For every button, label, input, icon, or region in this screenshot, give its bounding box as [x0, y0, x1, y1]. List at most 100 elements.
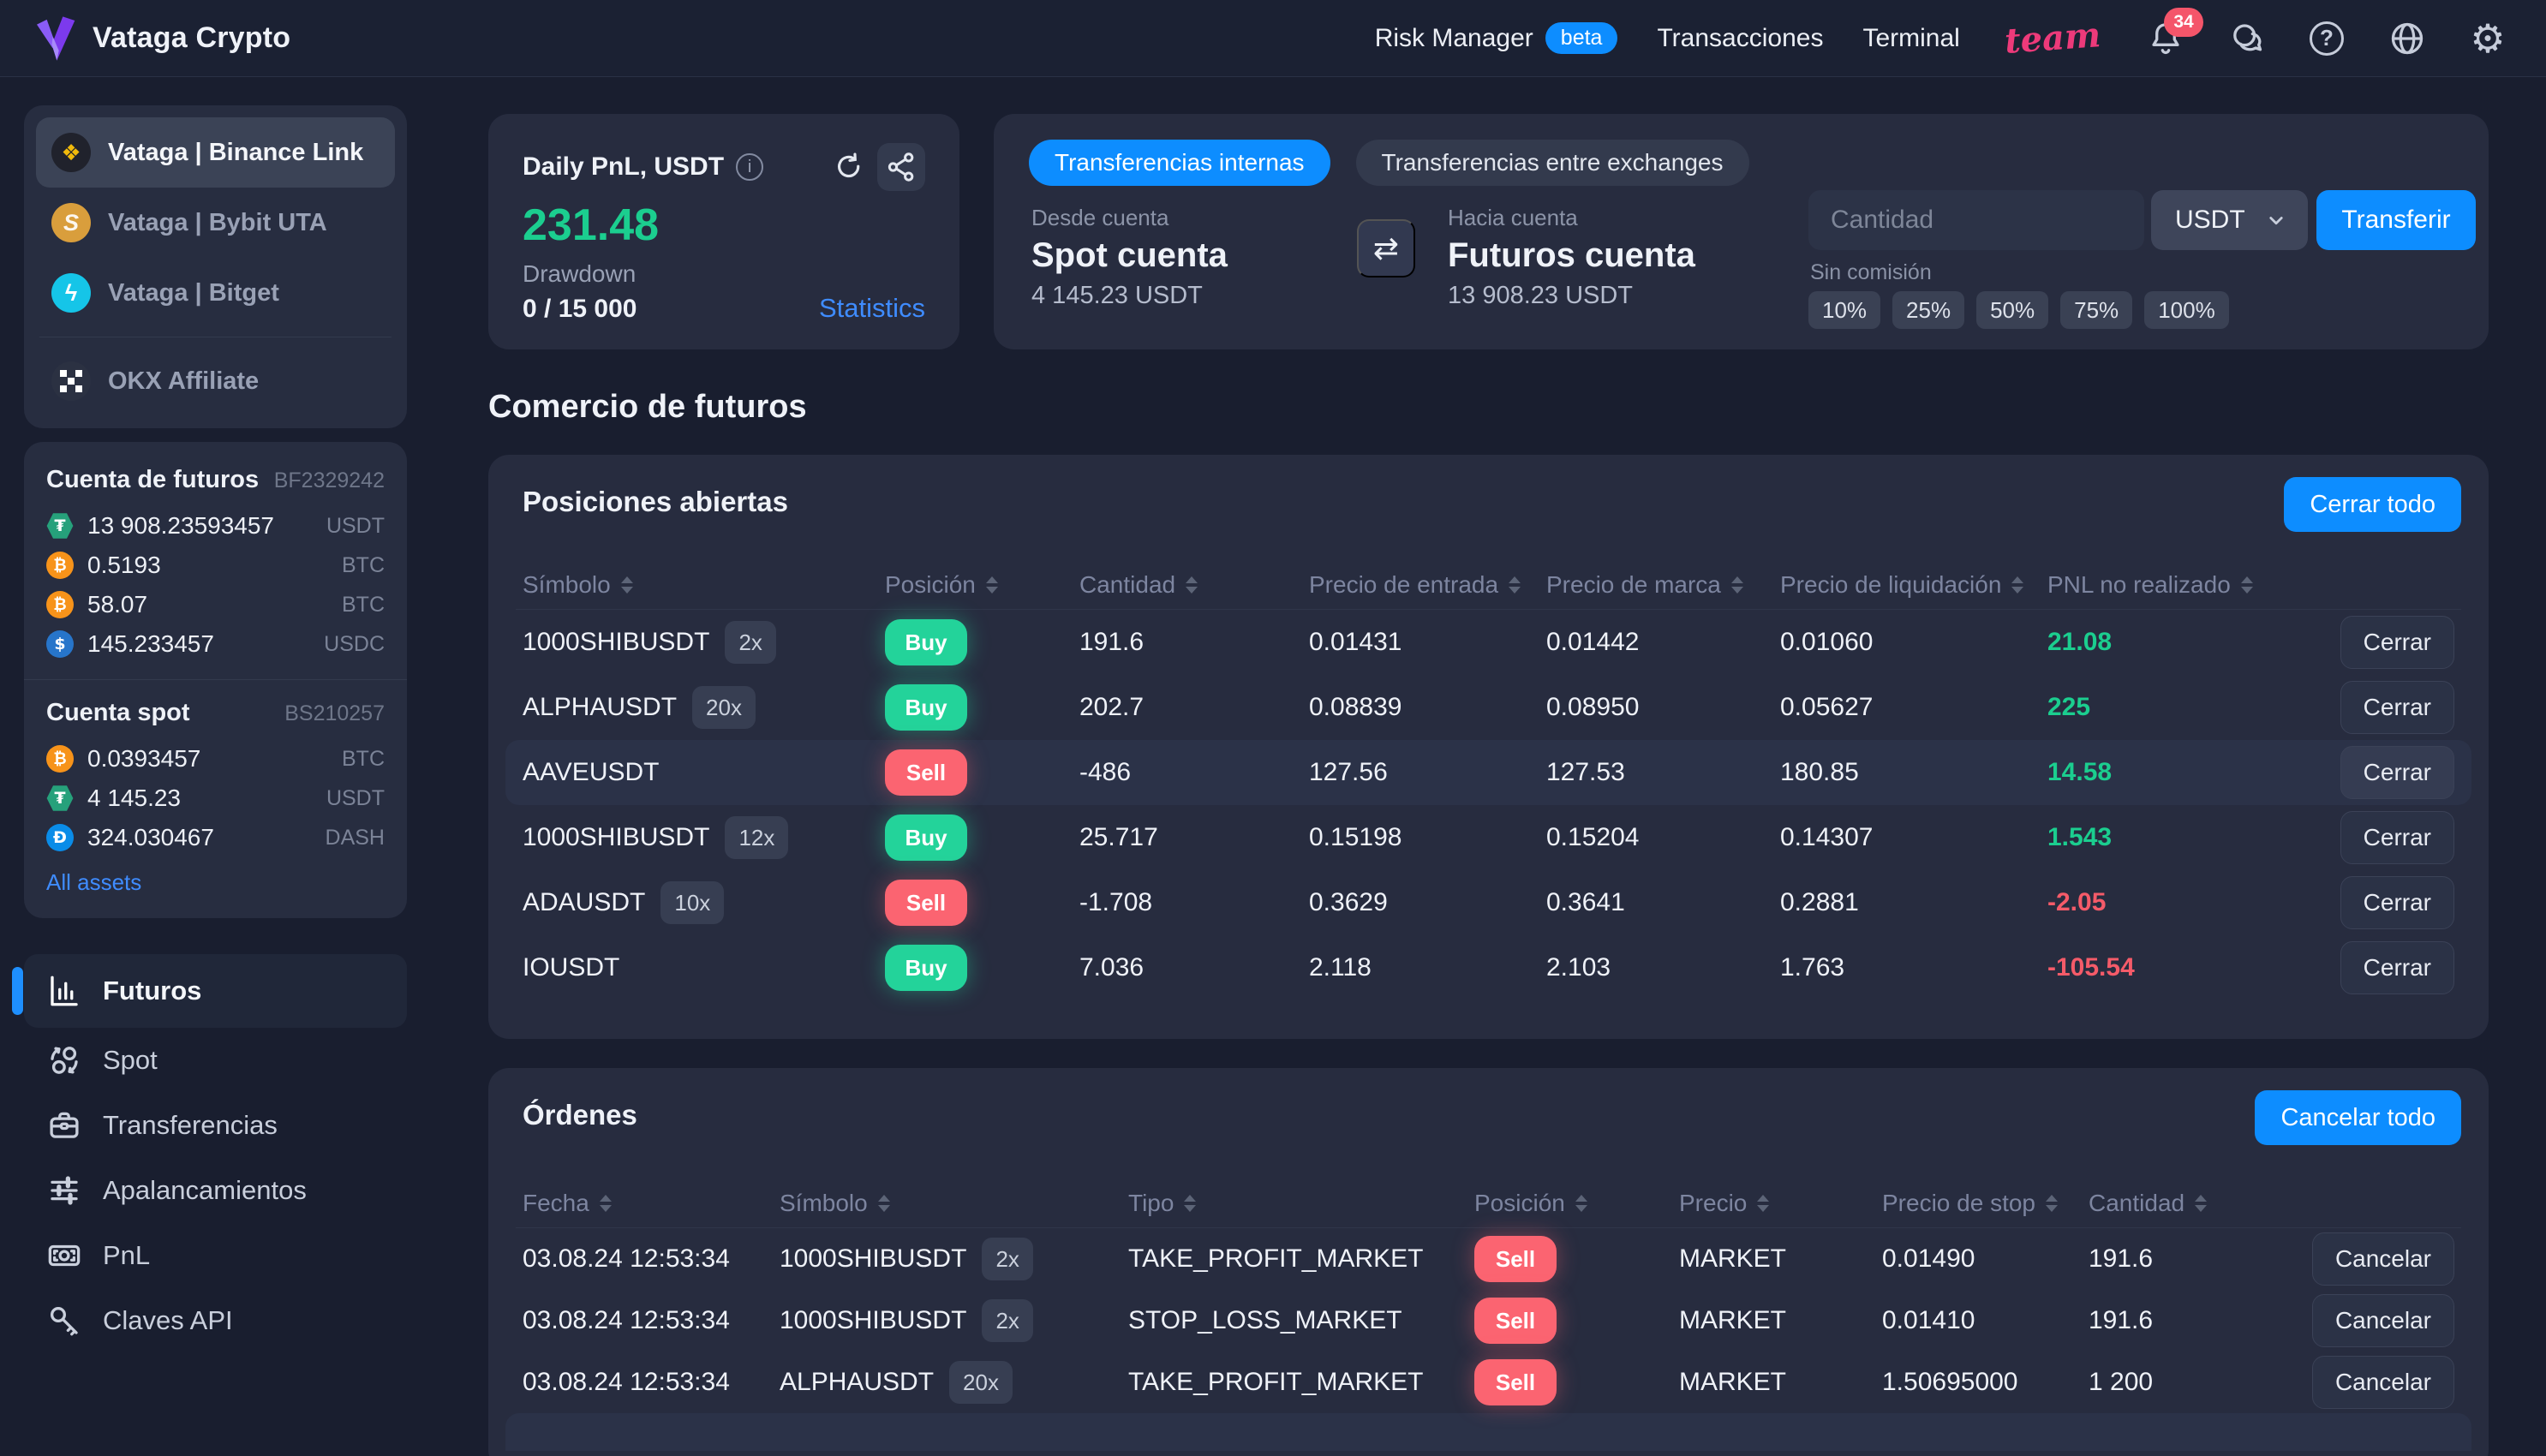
okx-affiliate-item[interactable]: OKX Affiliate	[36, 346, 395, 416]
nav-risk-manager[interactable]: Risk Manager beta	[1375, 22, 1618, 54]
all-assets-link[interactable]: All assets	[46, 869, 141, 896]
cancel-order-button[interactable]: Cancelar	[2311, 1294, 2454, 1347]
sidebar-item-futuros[interactable]: Futuros	[12, 954, 407, 1028]
mark-price-cell: 0.08950	[1546, 693, 1640, 721]
from-account-block[interactable]: Desde cuenta Spot cuenta 4 145.23 USDT	[1031, 205, 1228, 310]
column-header-pnl[interactable]: PNL no realizado	[2047, 571, 2304, 599]
sidebar-item-pnl[interactable]: PnL	[24, 1223, 407, 1288]
type-cell: TAKE_PROFIT_MARKET	[1128, 1368, 1424, 1396]
symbol-text: 1000SHIBUSDT	[780, 1244, 967, 1273]
asset-unit: USDC	[324, 631, 385, 656]
beta-badge: beta	[1545, 22, 1618, 54]
to-account-block[interactable]: Hacia cuenta Futuros cuenta 13 908.23 US…	[1448, 205, 1695, 310]
sort-icon	[1575, 1195, 1587, 1212]
amount-input[interactable]	[1808, 190, 2144, 250]
column-header-posicion[interactable]: Posición	[885, 571, 1079, 599]
liquidation-price-cell: 0.01060	[1780, 628, 1874, 656]
action-cell: Cancelar	[2298, 1294, 2454, 1347]
column-header-precio-liquidacion[interactable]: Precio de liquidación	[1780, 571, 2047, 599]
spot-account-title: Cuenta spot	[46, 699, 190, 726]
account-bitget[interactable]: ϟ Vataga | Bitget	[36, 258, 395, 328]
pnl-cell: -2.05	[2047, 888, 2107, 916]
tab-internal-transfers[interactable]: Transferencias internas	[1029, 140, 1330, 186]
position-row: IOUSDT Buy 7.036 2.118 2.103 1.763 -105.…	[505, 935, 2471, 1000]
asset-row: ₮ 13 908.23593457 USDT	[46, 506, 385, 546]
help-button[interactable]: ?	[2306, 18, 2347, 59]
order-row: 03.08.24 12:53:34 ALPHAUSDT 20x TAKE_PRO…	[505, 1352, 2471, 1413]
column-header-fecha[interactable]: Fecha	[523, 1190, 780, 1217]
quantity-cell: 191.6	[1079, 628, 1145, 656]
sidebar-item-claves-api[interactable]: Claves API	[24, 1288, 407, 1353]
column-header-posicion[interactable]: Posición	[1474, 1190, 1679, 1217]
asset-row: ₮ 4 145.23 USDT	[46, 779, 385, 818]
sidebar-item-spot[interactable]: Spot	[24, 1028, 407, 1093]
language-button[interactable]	[2387, 18, 2428, 59]
sidebar-item-apalancamientos[interactable]: Apalancamientos	[24, 1158, 407, 1223]
sort-icon	[985, 576, 998, 594]
side-badge: Sell	[885, 880, 967, 926]
chat-button[interactable]	[2226, 18, 2267, 59]
futures-account-header: Cuenta de futuros BF2329242	[46, 466, 385, 494]
currency-select[interactable]: USDT	[2151, 190, 2308, 250]
globe-icon	[2391, 22, 2423, 54]
liquidation-price-cell: 180.85	[1780, 758, 1859, 786]
tab-exchange-transfers[interactable]: Transferencias entre exchanges	[1355, 140, 1749, 186]
settings-button[interactable]: ⚙	[2467, 18, 2508, 59]
percent-chip-50[interactable]: 50%	[1976, 291, 2049, 329]
brand[interactable]: Vataga Crypto	[33, 15, 290, 63]
swap-accounts-button[interactable]: ⇄	[1357, 219, 1415, 277]
orders-card: Órdenes Cancelar todo Fecha Símbolo Tipo…	[488, 1068, 2489, 1456]
close-all-button[interactable]: Cerrar todo	[2284, 477, 2461, 532]
cancel-all-button[interactable]: Cancelar todo	[2255, 1090, 2461, 1145]
close-position-button[interactable]: Cerrar	[2340, 941, 2454, 994]
entry-price-cell: 0.3629	[1309, 888, 1388, 916]
cancel-order-button[interactable]: Cancelar	[2311, 1356, 2454, 1409]
close-position-button[interactable]: Cerrar	[2340, 811, 2454, 864]
account-binance[interactable]: ❖ Vataga | Binance Link	[36, 117, 395, 188]
info-icon[interactable]: i	[736, 153, 764, 181]
percent-chip-100[interactable]: 100%	[2144, 291, 2229, 329]
statistics-link[interactable]: Statistics	[819, 293, 925, 324]
pnl-bottom: Drawdown 0 / 15 000 Statistics	[523, 260, 925, 324]
close-position-button[interactable]: Cerrar	[2340, 616, 2454, 669]
column-header-precio-stop[interactable]: Precio de stop	[1882, 1190, 2089, 1217]
quantity-cell: 25.717	[1079, 823, 1158, 851]
liquidation-price-cell: 0.05627	[1780, 693, 1874, 721]
account-bybit[interactable]: S Vataga | Bybit UTA	[36, 188, 395, 258]
column-header-cantidad[interactable]: Cantidad	[2089, 1190, 2298, 1217]
column-header-precio-marca[interactable]: Precio de marca	[1546, 571, 1780, 599]
position-cell: Sell	[885, 880, 1079, 926]
percent-chip-10[interactable]: 10%	[1808, 291, 1881, 329]
quantity-cell: 202.7	[1079, 693, 1145, 721]
column-header-simbolo[interactable]: Símbolo	[780, 1190, 1128, 1217]
notifications-button[interactable]: 34	[2145, 7, 2203, 59]
sidebar-item-label: Transferencias	[103, 1110, 278, 1140]
close-position-button[interactable]: Cerrar	[2340, 876, 2454, 929]
column-header-simbolo[interactable]: Símbolo	[523, 571, 885, 599]
team-logo[interactable]: team	[2003, 15, 2101, 62]
sidebar-item-label: PnL	[103, 1240, 151, 1270]
percent-chip-75[interactable]: 75%	[2060, 291, 2133, 329]
column-header-cantidad[interactable]: Cantidad	[1079, 571, 1309, 599]
positions-title: Posiciones abiertas	[523, 486, 788, 517]
percent-chip-25[interactable]: 25%	[1892, 291, 1965, 329]
from-account-name: Spot cuenta	[1031, 236, 1228, 274]
column-header-tipo[interactable]: Tipo	[1128, 1190, 1474, 1217]
share-button[interactable]	[877, 143, 925, 191]
transfer-card: Transferencias internas Transferencias e…	[994, 114, 2489, 349]
transfer-button[interactable]: Transferir	[2316, 190, 2476, 250]
close-position-button[interactable]: Cerrar	[2340, 681, 2454, 734]
sidebar-item-transferencias[interactable]: Transferencias	[24, 1093, 407, 1158]
usdc-icon: $	[46, 630, 74, 658]
cancel-order-button[interactable]: Cancelar	[2311, 1232, 2454, 1286]
side-badge: Buy	[885, 945, 967, 991]
nav-terminal[interactable]: Terminal	[1862, 24, 1959, 53]
column-header-precio-entrada[interactable]: Precio de entrada	[1309, 571, 1546, 599]
column-header-precio[interactable]: Precio	[1679, 1190, 1882, 1217]
quantity-cell: -1.708	[1079, 888, 1153, 916]
close-position-button[interactable]: Cerrar	[2340, 746, 2454, 799]
refresh-button[interactable]	[833, 151, 865, 183]
spot-cycle-icon	[51, 1047, 78, 1074]
nav-transacciones[interactable]: Transacciones	[1657, 24, 1823, 53]
sidebar-item-label: Apalancamientos	[103, 1175, 307, 1205]
